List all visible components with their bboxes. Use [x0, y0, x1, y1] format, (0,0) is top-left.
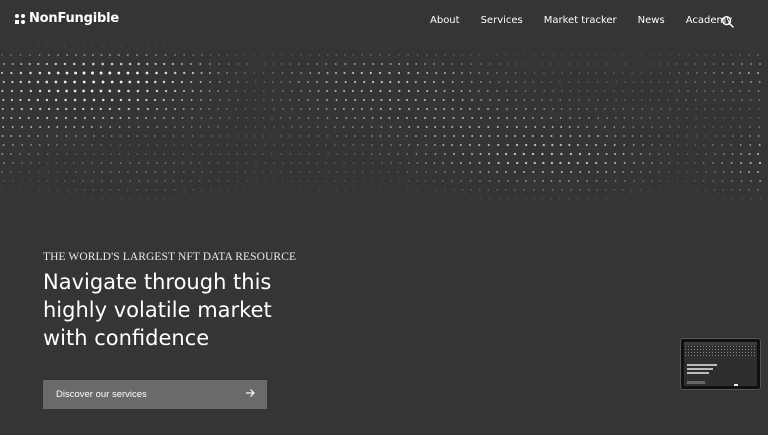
- nav-item-market-tracker[interactable]: Market tracker: [544, 15, 617, 26]
- discover-services-label: Discover our services: [56, 389, 147, 400]
- nav-item-services[interactable]: Services: [481, 15, 523, 26]
- hero-eyebrow: THE WORLD'S LARGEST NFT DATA RESOURCE: [43, 251, 297, 263]
- nav-item-about[interactable]: About: [430, 15, 460, 26]
- arrow-right-icon: [245, 388, 255, 401]
- nav-item-news[interactable]: News: [638, 15, 665, 26]
- search-icon[interactable]: [721, 14, 735, 28]
- site-preview-thumbnail[interactable]: [680, 338, 761, 390]
- discover-services-button[interactable]: Discover our services: [43, 380, 267, 409]
- top-navigation-bar: NonFungible About Services Market tracke…: [0, 0, 768, 42]
- hero-dot-pattern: [0, 42, 768, 210]
- brand-name: NonFungible: [29, 11, 119, 26]
- brand-logo-link[interactable]: NonFungible: [15, 11, 119, 26]
- grid-logo-icon: [15, 13, 25, 24]
- hero-headline: Navigate through this highly volatile ma…: [43, 270, 272, 350]
- main-nav: About Services Market tracker News Acade…: [430, 15, 753, 26]
